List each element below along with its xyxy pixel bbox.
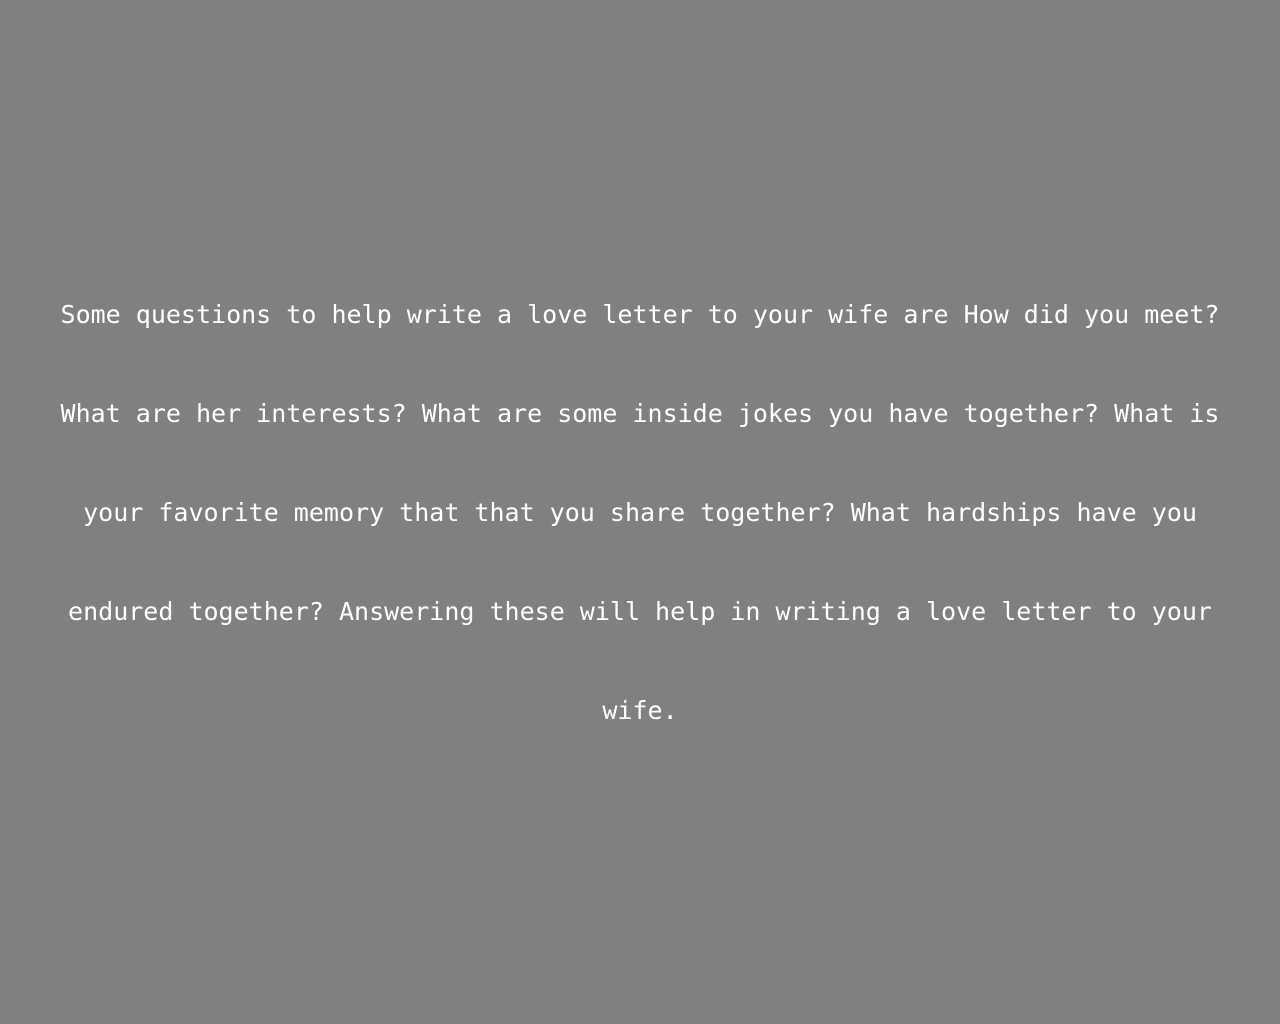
page-canvas: Some questions to help write a love lett… (0, 0, 1280, 1024)
body-paragraph: Some questions to help write a love lett… (60, 299, 1220, 725)
